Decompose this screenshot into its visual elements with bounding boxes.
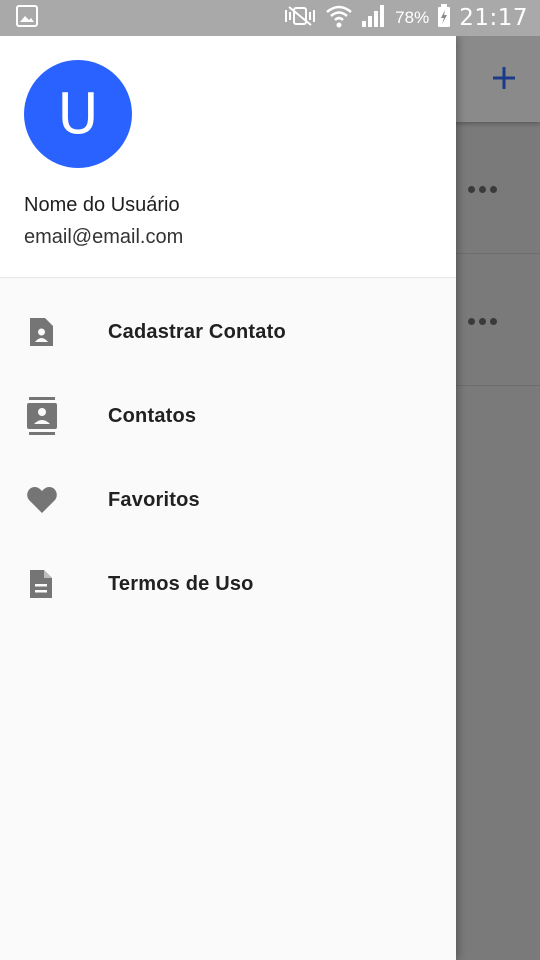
menu-item-contatos[interactable]: Contatos [0, 374, 456, 458]
drawer-menu: Cadastrar Contato Contatos Favoritos Ter… [0, 290, 456, 626]
menu-item-label: Termos de Uso [108, 572, 254, 595]
heart-icon [0, 485, 108, 515]
image-icon [16, 4, 38, 32]
drawer-header: U Nome do Usuário email@email.com [0, 36, 456, 278]
contacts-icon [0, 397, 108, 435]
plus-icon [491, 65, 517, 96]
status-left [16, 4, 38, 32]
status-right: 78% 21:17 [283, 3, 528, 34]
menu-item-favoritos[interactable]: Favoritos [0, 458, 456, 542]
vibrate-icon [283, 4, 317, 33]
battery-percent: 78% [395, 8, 430, 27]
status-time: 21:17 [459, 5, 528, 31]
battery-charging-icon [437, 3, 451, 33]
menu-item-label: Contatos [108, 404, 197, 427]
menu-item-label: Cadastrar Contato [108, 320, 286, 343]
add-contact-button[interactable] [484, 60, 524, 100]
wifi-icon [325, 3, 353, 34]
more-horizontal-icon[interactable] [462, 179, 502, 199]
contact-file-icon [0, 316, 108, 348]
user-email: email@email.com [24, 226, 184, 248]
more-horizontal-icon[interactable] [462, 311, 502, 331]
menu-item-cadastrar-contato[interactable]: Cadastrar Contato [0, 290, 456, 374]
document-icon [0, 568, 108, 600]
menu-item-label: Favoritos [108, 488, 200, 511]
menu-item-termos-de-uso[interactable]: Termos de Uso [0, 542, 456, 626]
navigation-drawer: U Nome do Usuário email@email.com Cadast… [0, 36, 456, 960]
status-bar: 78% 21:17 [0, 0, 540, 36]
user-name: Nome do Usuário [24, 194, 180, 216]
avatar[interactable]: U [24, 60, 132, 168]
signal-icon [361, 4, 387, 33]
